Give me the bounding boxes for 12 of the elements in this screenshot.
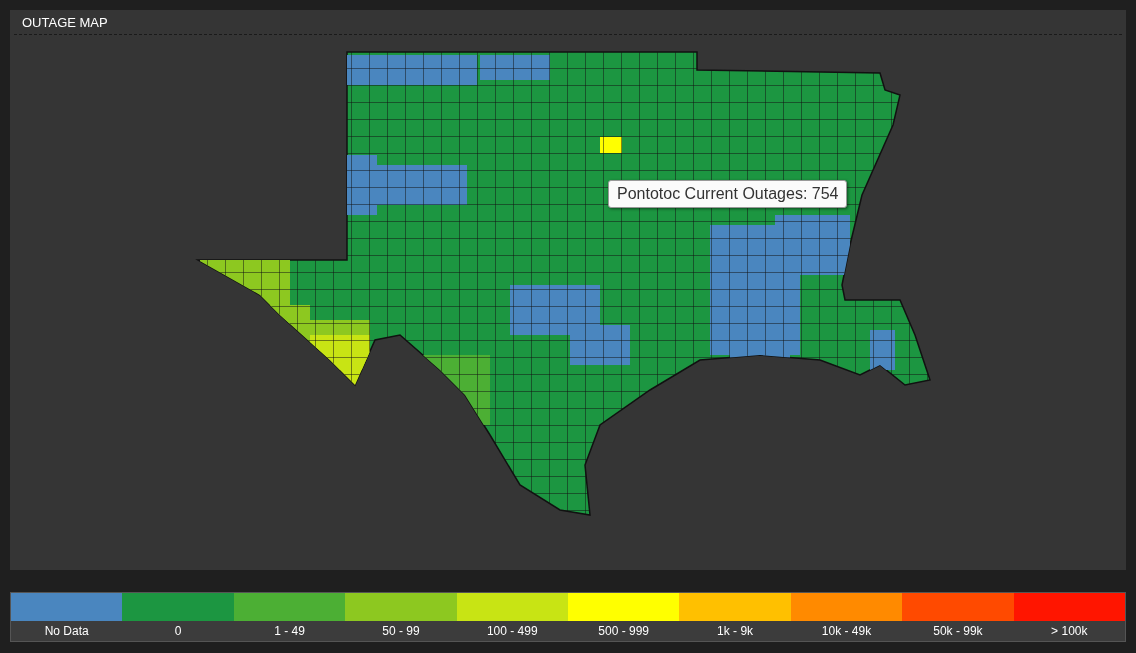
legend-label: 100 - 499 xyxy=(485,623,539,640)
legend-label: 50 - 99 xyxy=(381,623,421,640)
legend-label: 50k - 99k xyxy=(932,623,984,640)
legend-label: No Data xyxy=(43,623,90,640)
legend-label: > 100k xyxy=(1050,623,1089,640)
legend-label: 0 xyxy=(173,623,183,640)
legend-label: 10k - 49k xyxy=(820,623,873,640)
legend-label: 1 - 49 xyxy=(273,623,306,640)
legend-label: 500 - 999 xyxy=(597,623,651,640)
legend-label: 1k - 9k xyxy=(716,623,755,640)
panel-title: OUTAGE MAP xyxy=(22,14,108,30)
county-tooltip: Pontotoc Current Outages: 754 xyxy=(608,180,848,208)
